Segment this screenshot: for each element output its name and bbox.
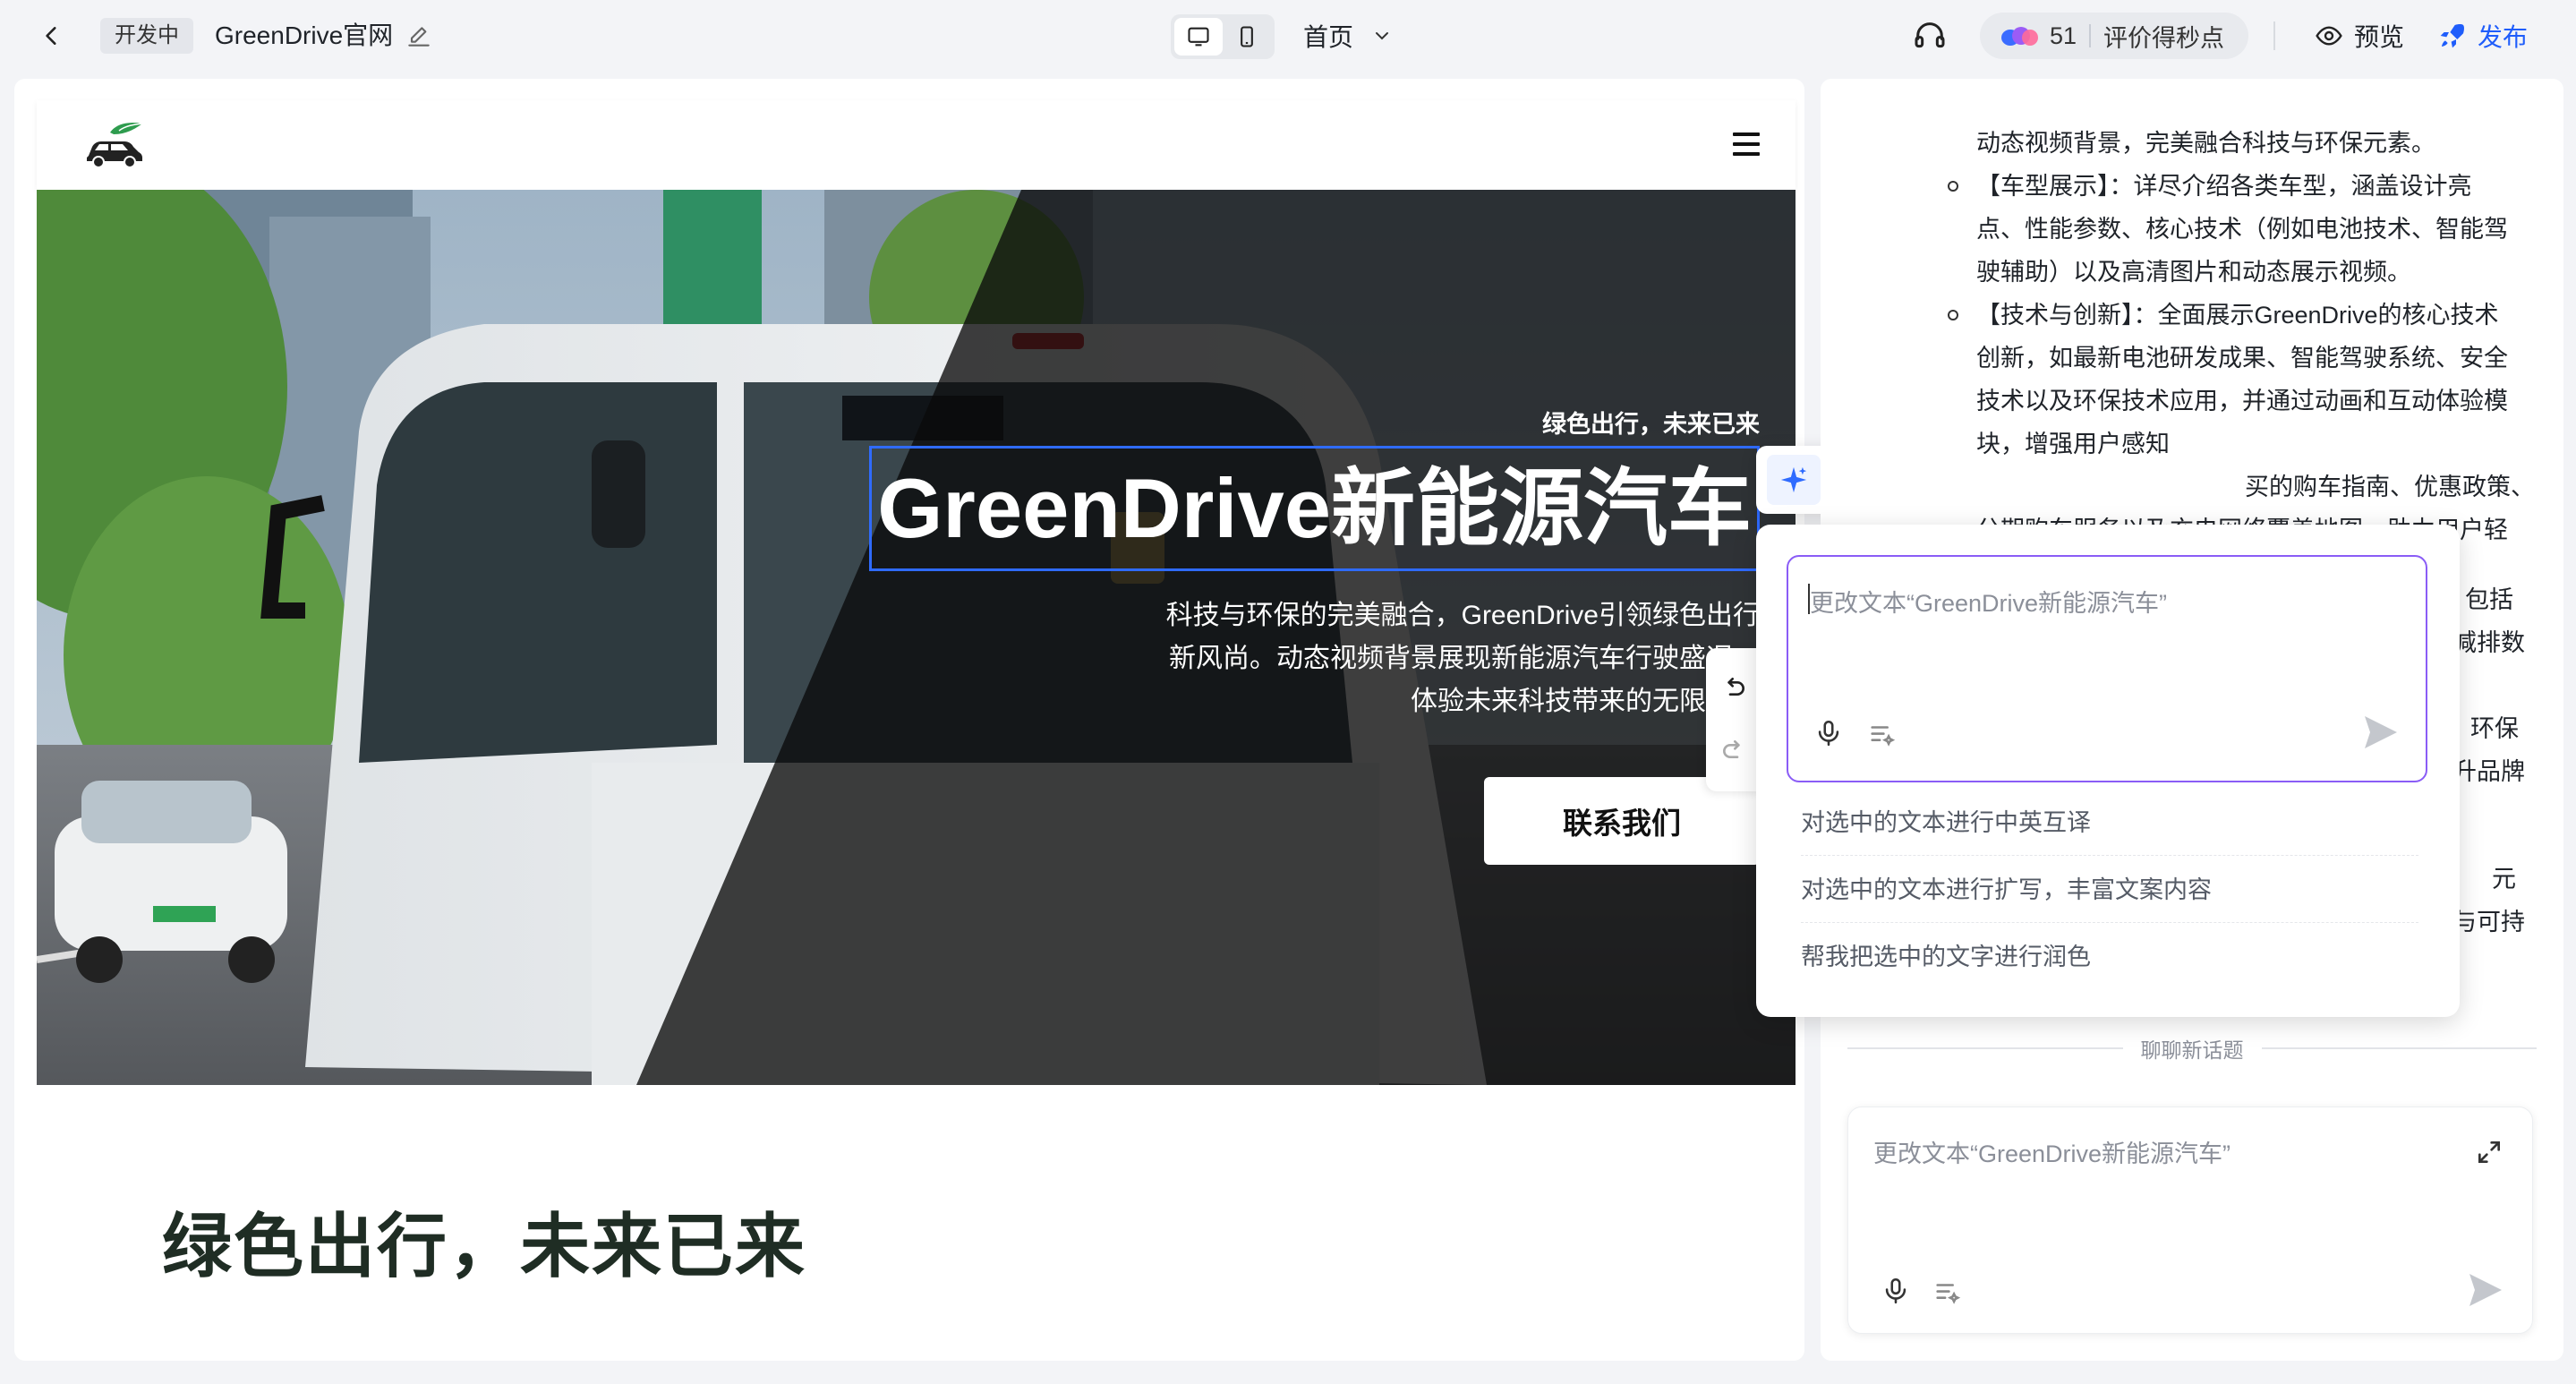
site-preview: 绿色出行，未来已来 GreenDrive新能源汽车 科技与环保的完美融合，Gre…: [37, 100, 1796, 1361]
suggestion-item[interactable]: 对选中的文本进行扩写，丰富文案内容: [1801, 857, 2418, 923]
page-select[interactable]: 首页: [1303, 18, 1393, 54]
prompt-template-icon[interactable]: [1932, 1277, 1963, 1308]
hero-description-line: 体验未来科技带来的无限可能: [1411, 687, 1760, 716]
chat-line: 创新，如最新电池研发成果、智能驾驶系统、安全: [1976, 345, 2508, 372]
microphone-icon[interactable]: [1881, 1276, 1911, 1306]
mobile-icon: [1241, 26, 1253, 47]
new-topic-divider: 聊聊新话题: [1847, 1035, 2537, 1062]
divider-line: [2261, 1047, 2537, 1049]
status-badge: 开发中: [100, 18, 193, 54]
ai-prompt-placeholder: 更改文本“GreenDrive新能源汽车”: [1810, 590, 2168, 617]
toolbar-divider: [2273, 21, 2275, 50]
chevron-down-icon: [1376, 32, 1389, 40]
mobile-view-button[interactable]: [1223, 18, 1271, 56]
undo-icon[interactable]: [1719, 674, 1748, 703]
microphone-icon[interactable]: [1813, 718, 1844, 748]
send-icon[interactable]: [2359, 711, 2402, 754]
send-icon[interactable]: [2464, 1269, 2507, 1311]
preview-canvas: 绿色出行，未来已来 GreenDrive新能源汽车 科技与环保的完美融合，Gre…: [14, 79, 1804, 1361]
suggestion-item[interactable]: 帮我把选中的文字进行润色: [1801, 924, 2418, 990]
chat-line: 减排数: [2452, 629, 2525, 656]
back-button[interactable]: [34, 18, 70, 54]
car-logo-icon[interactable]: [83, 120, 146, 170]
publish-label: 发布: [2478, 23, 2529, 51]
chat-line: 环保: [2470, 715, 2519, 742]
new-topic-label[interactable]: 聊聊新话题: [2141, 1033, 2244, 1064]
eye-icon: [2316, 26, 2342, 46]
hero-description[interactable]: 科技与环保的完美融合，GreenDrive引领绿色出行 新风尚。动态视频背景展现…: [1079, 594, 1760, 723]
ai-prompt-input[interactable]: 更改文本“GreenDrive新能源汽车”: [1787, 555, 2427, 782]
section-heading[interactable]: 绿色出行，未来已来: [37, 1191, 1796, 1291]
menu-hamburger-icon[interactable]: [1733, 132, 1760, 158]
chat-line: 点、性能参数、核心技术（例如电池技术、智能驾: [1976, 216, 2508, 243]
redo-icon[interactable]: [1719, 737, 1748, 765]
brand-logo-icon: [2001, 27, 2038, 46]
hero-tagline[interactable]: 绿色出行，未来已来: [1542, 405, 1760, 440]
suggestion-item[interactable]: 对选中的文本进行中英互译: [1801, 790, 2418, 856]
prompt-template-icon[interactable]: [1867, 720, 1898, 750]
preview-button[interactable]: 预览: [2315, 18, 2404, 54]
list-bullet: [1948, 310, 1958, 320]
ai-edit-popup: 更改文本“GreenDrive新能源汽车” 对选中的文本进行中英互译 对选中的文…: [1756, 525, 2460, 1017]
chat-line: 驶辅助）以及高清图片和动态展示视频。: [1976, 259, 2411, 286]
preview-label: 预览: [2354, 23, 2405, 51]
chat-line: 元: [2492, 866, 2516, 893]
divider-line: [1847, 1047, 2123, 1049]
chevron-left-icon: [46, 27, 56, 45]
page-select-label: 首页: [1303, 23, 1354, 51]
chat-line: 【车型展示】：详尽介绍各类车型，涵盖设计亮: [1976, 173, 2472, 200]
project-title: GreenDrive官网: [215, 21, 394, 49]
list-bullet: [1948, 181, 1958, 192]
hero-description-line: 科技与环保的完美融合，GreenDrive引领绿色出行: [1165, 601, 1760, 630]
hero-title[interactable]: GreenDrive新能源汽车: [877, 466, 1752, 551]
score-count: 51: [2050, 21, 2077, 49]
ai-sparkle-icon: [1780, 466, 1807, 493]
edit-icon[interactable]: [405, 21, 433, 50]
chat-line: 升品牌: [2452, 758, 2525, 785]
top-bar: 开发中 GreenDrive官网 首页 51 评价得秒点 预览 发布: [0, 0, 2576, 72]
desktop-icon: [1188, 27, 1209, 47]
device-toggle: [1171, 14, 1275, 59]
ai-edit-button[interactable]: [1767, 455, 1821, 505]
score-separator: [2089, 24, 2092, 47]
score-label: 评价得秒点: [2103, 24, 2225, 52]
chat-input[interactable]: 更改文本“GreenDrive新能源汽车”: [1847, 1106, 2533, 1334]
headset-icon[interactable]: [1912, 18, 1948, 54]
hero-description-line: 新风尚。动态视频背景展现新能源汽车行驶盛况，: [1169, 644, 1760, 673]
hero-title-selection[interactable]: GreenDrive新能源汽车: [869, 446, 1760, 571]
chat-line: 技术以及环保技术应用，并通过动画和互动体验模: [1976, 388, 2508, 414]
chat-line: 与可持: [2452, 909, 2525, 935]
chat-line: 包括: [2465, 586, 2513, 613]
hero-section: 绿色出行，未来已来 GreenDrive新能源汽车 科技与环保的完美融合，Gre…: [37, 190, 1796, 1085]
publish-button[interactable]: 发布: [2438, 18, 2528, 54]
desktop-view-button[interactable]: [1174, 18, 1223, 56]
chat-input-placeholder: 更改文本“GreenDrive新能源汽车”: [1873, 1141, 2231, 1167]
expand-icon[interactable]: [2475, 1138, 2503, 1166]
chat-line: 【技术与创新】：全面展示GreenDrive的核心技术: [1976, 302, 2499, 329]
rocket-icon: [2440, 24, 2464, 48]
score-pill[interactable]: 51 评价得秒点: [1980, 13, 2248, 59]
undo-redo-group: [1706, 648, 1761, 791]
chat-line: 块，增强用户感知: [1976, 431, 2170, 457]
chat-line: 动态视频背景，完美融合科技与环保元素。: [1976, 130, 2435, 157]
site-navbar: [37, 100, 1796, 190]
chat-line: 买的购车指南、优惠政策、: [2245, 474, 2535, 500]
